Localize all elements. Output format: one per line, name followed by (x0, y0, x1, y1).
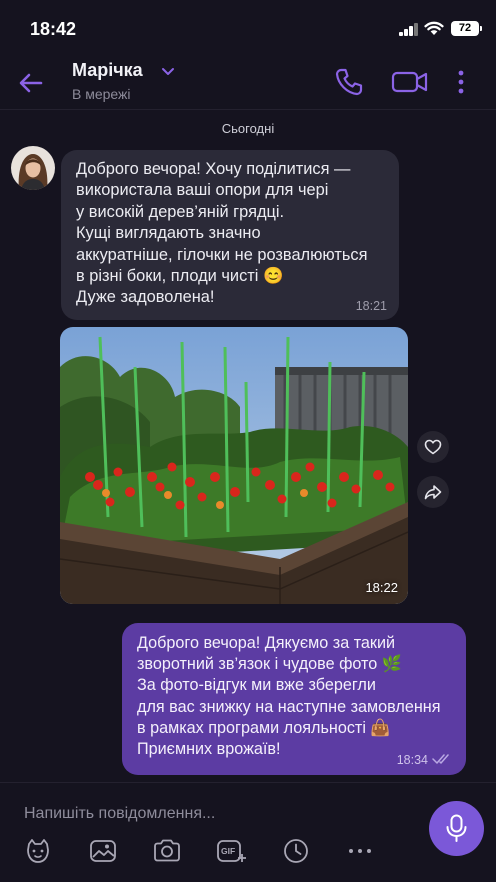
chevron-down-icon[interactable] (160, 64, 176, 78)
message-line: для вас знижку на наступне замовлення (137, 697, 441, 716)
clock-icon[interactable] (281, 836, 311, 866)
battery-icon: 72 (451, 21, 482, 36)
message-line: Доброго вечора! Хочу поділитися — (76, 160, 351, 178)
cellular-signal-icon (399, 23, 419, 36)
camera-icon[interactable] (152, 836, 182, 866)
photo-message[interactable]: 18:22 (60, 327, 408, 604)
double-check-icon (432, 754, 449, 764)
microphone-icon (446, 814, 467, 842)
more-horizontal-icon[interactable] (345, 836, 375, 866)
wifi-icon (424, 21, 444, 35)
outgoing-message-bubble[interactable]: Доброго вечора! Дякуємо за такий зворотн… (122, 623, 466, 775)
message-line: в рамках програми лояльності 👜 (137, 718, 391, 737)
message-line: Дуже задоволена! (76, 288, 215, 307)
contact-avatar[interactable] (11, 146, 55, 190)
message-line: аккуратніше, гілочки не розвалюються (76, 245, 368, 264)
message-line: Кущі виглядають значно (76, 224, 261, 243)
microphone-button[interactable] (429, 801, 484, 856)
chat-header: Марічка В мережі (0, 58, 496, 110)
message-line: Приємних врожаїв! (137, 740, 281, 759)
message-line: у високій дерев’яній грядці. (76, 202, 285, 221)
gallery-icon[interactable] (88, 836, 118, 866)
more-vertical-icon[interactable] (449, 66, 473, 98)
message-line: За фото-відгук ми вже зберегли (137, 676, 376, 695)
contact-status: В мережі (72, 86, 131, 102)
video-camera-icon[interactable] (391, 66, 429, 98)
message-line: зворотний зв’язок і чудове фото 🌿 (137, 655, 402, 674)
share-button[interactable] (417, 476, 449, 508)
status-bar: 18:42 72 (0, 0, 496, 58)
incoming-message-text: Доброго вечора! Хочу поділитися — викори… (76, 159, 367, 309)
share-icon (424, 485, 442, 500)
message-line: Доброго вечора! Дякуємо за такий (137, 634, 396, 652)
composer (0, 782, 496, 882)
outgoing-message-text: Доброго вечора! Дякуємо за такий зворотн… (137, 633, 441, 760)
back-arrow-icon[interactable] (16, 68, 46, 98)
status-time: 18:42 (30, 19, 77, 39)
like-button[interactable] (417, 431, 449, 463)
sticker-icon[interactable] (23, 836, 53, 866)
contact-name[interactable]: Марічка (72, 60, 143, 81)
heart-icon (424, 439, 442, 455)
gif-label: GIF (221, 846, 236, 856)
message-line: використала ваші опори для чері (76, 181, 329, 200)
incoming-message-bubble[interactable]: Доброго вечора! Хочу поділитися — викори… (61, 150, 399, 320)
message-time: 18:21 (355, 299, 387, 313)
gif-icon[interactable]: GIF (216, 836, 246, 866)
tomato-garden-photo (60, 327, 408, 604)
phone-icon[interactable] (333, 66, 365, 98)
message-line: в різні боки, плоди чисті 😊 (76, 267, 284, 286)
message-input[interactable] (24, 802, 404, 826)
date-separator: Сьогодні (221, 121, 275, 136)
message-time: 18:34 (396, 753, 428, 767)
photo-time: 18:22 (365, 580, 398, 595)
